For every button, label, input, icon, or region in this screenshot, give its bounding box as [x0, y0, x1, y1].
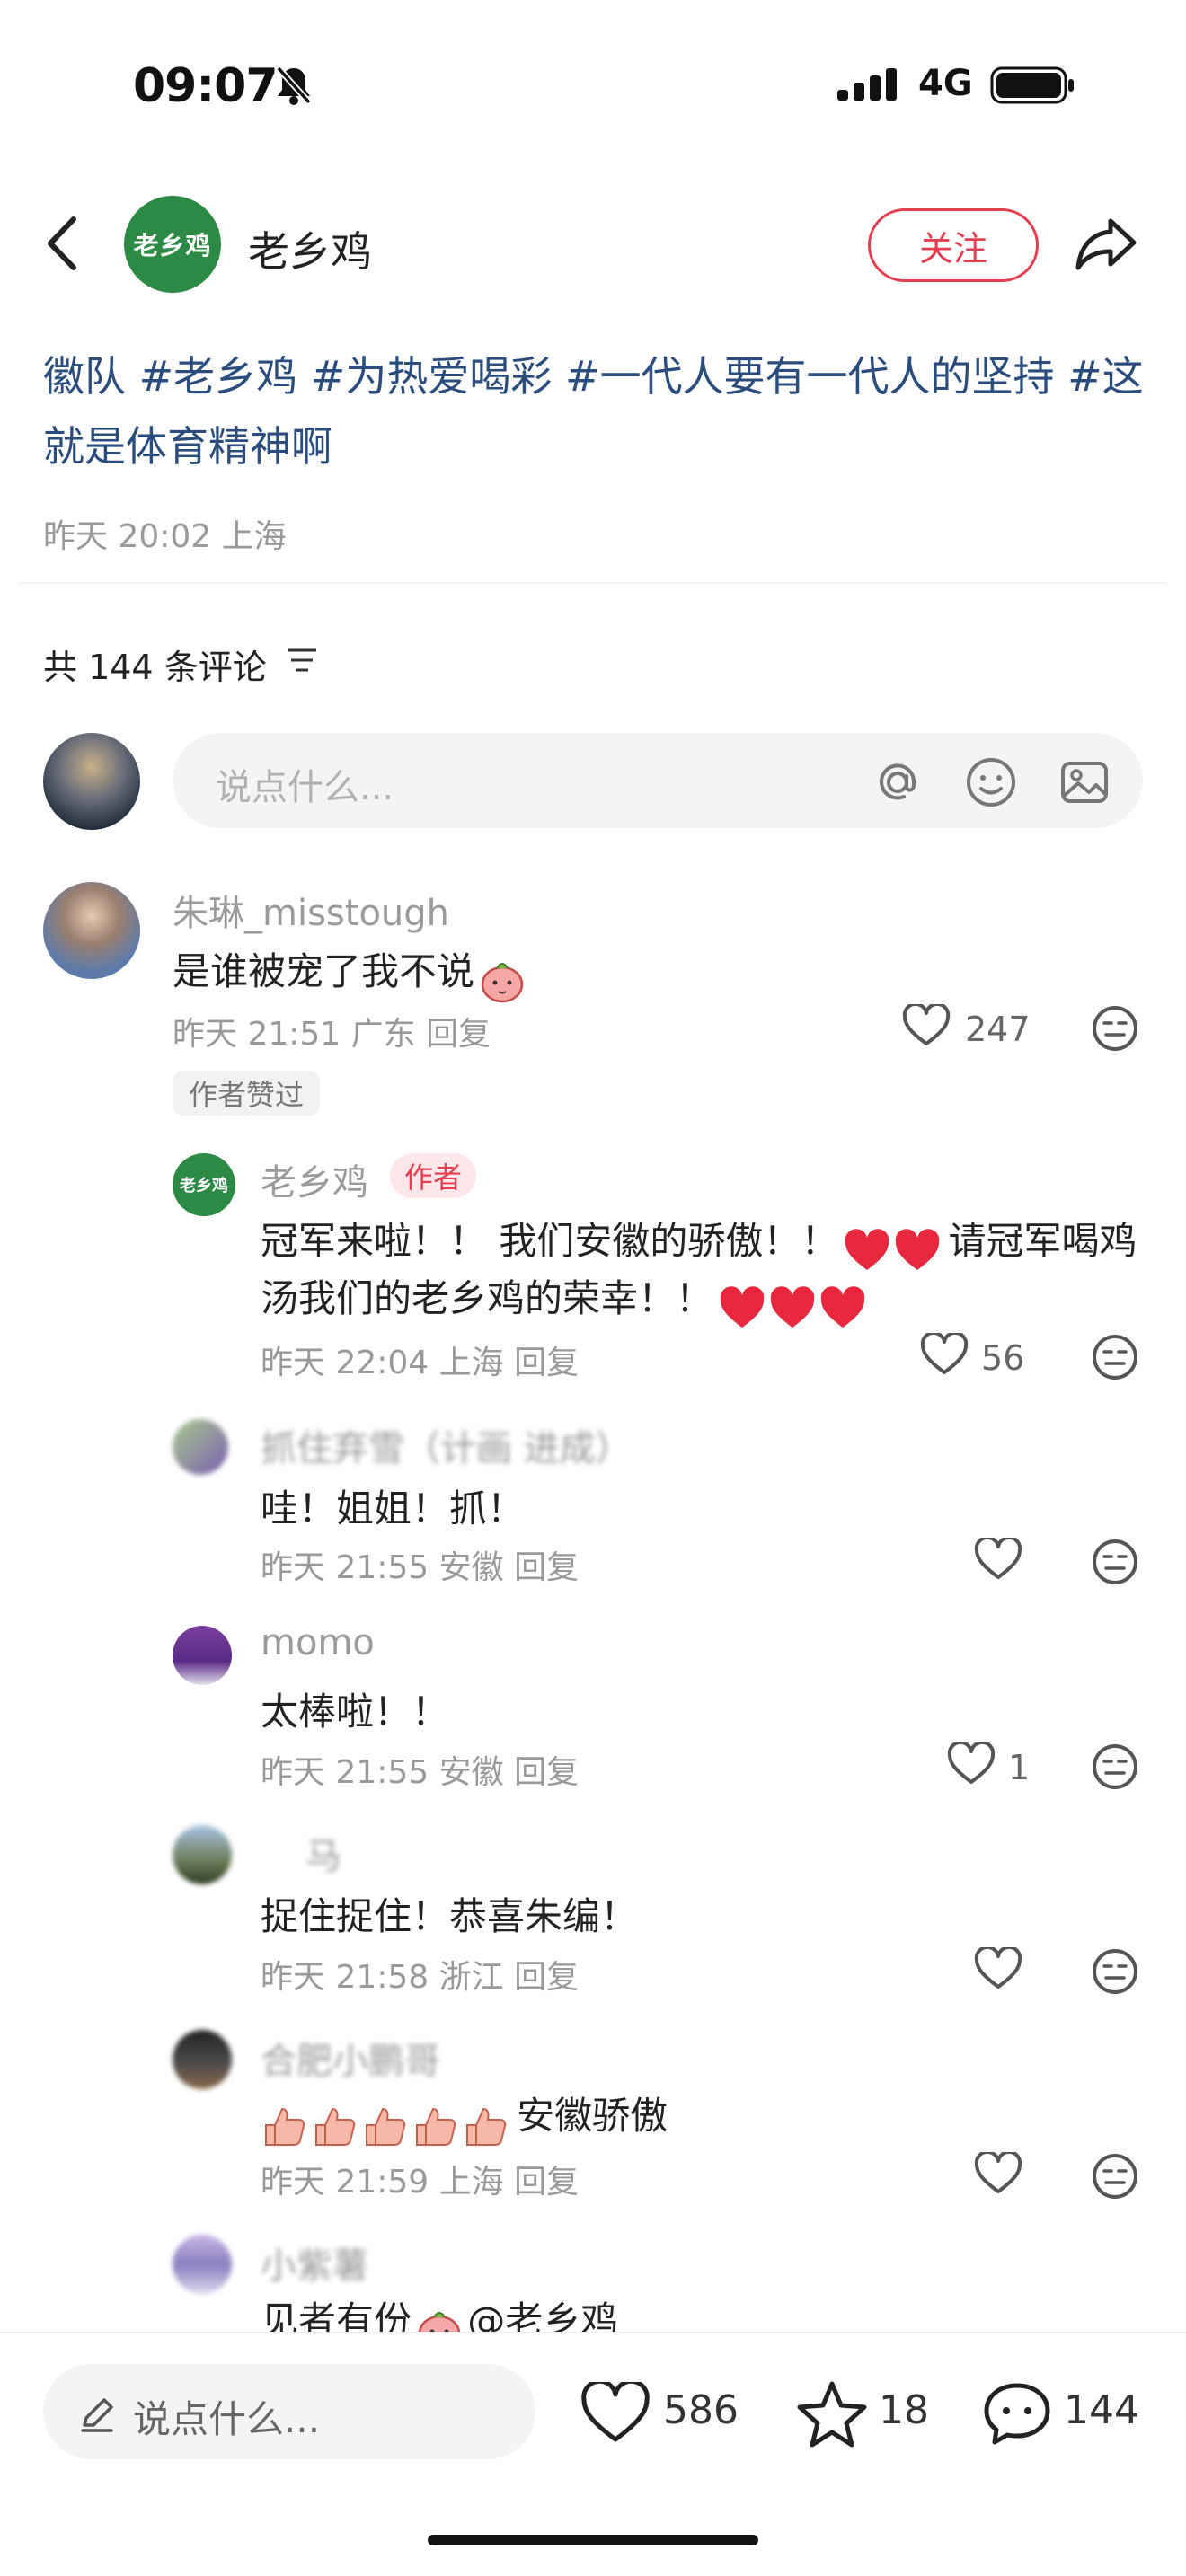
reply-avatar[interactable]	[173, 2235, 232, 2294]
sticker-icon	[479, 957, 526, 1004]
reply-username[interactable]: 合肥小鹏哥	[261, 2032, 440, 2084]
post-star-count: 18	[879, 2387, 929, 2433]
like-count: 247	[965, 1010, 1031, 1049]
reply-meta: 昨天 21:58 浙江 回复	[261, 1959, 580, 1996]
user-avatar[interactable]	[43, 733, 140, 830]
reply-text-line2: 汤我们的老乡鸡的荣幸！！	[261, 1268, 869, 1331]
reply-text-part: 汤我们的老乡鸡的荣幸！！	[261, 1276, 714, 1320]
pen-icon	[77, 2395, 117, 2434]
post-text: 徽队 #老乡鸡 #为热爱喝彩 #一代人要有一代人的坚持 #这就是体育精神啊	[43, 352, 1144, 471]
dislike-icon[interactable]	[1091, 2152, 1139, 2201]
reply-meta: 昨天 21:59 上海 回复	[261, 2164, 580, 2201]
dislike-icon[interactable]	[1091, 1333, 1139, 1381]
heart-emoji-icon	[718, 1284, 869, 1331]
reply-meta: 昨天 22:04 上海 回复	[261, 1345, 580, 1381]
signal-icon	[837, 66, 900, 102]
post-meta: 昨天 20:02 上海	[43, 518, 287, 555]
divider	[20, 582, 1166, 584]
comment-text-content: 是谁被宠了我不说	[173, 949, 475, 993]
follow-button[interactable]: 关注	[868, 208, 1039, 282]
emoji-icon[interactable]	[965, 756, 1017, 808]
like-icon[interactable]	[974, 1947, 1022, 1990]
reply-text: 安徽骄傲	[261, 2086, 668, 2148]
reply-text: 哇！姐姐！抓！	[261, 1486, 526, 1531]
share-icon[interactable]	[1075, 214, 1139, 273]
like-icon[interactable]	[920, 1333, 969, 1376]
post-like-count: 586	[663, 2387, 739, 2433]
thumbs-up-emoji-icon	[261, 2102, 512, 2148]
heart-emoji-icon	[843, 1227, 943, 1274]
reply-text-line1: 冠军来啦！！ 我们安徽的骄傲！！ 请冠军喝鸡	[261, 1211, 1137, 1274]
like-icon[interactable]	[974, 1538, 1022, 1581]
reply-avatar[interactable]	[173, 2030, 232, 2089]
comment-input-placeholder: 说点什么...	[216, 767, 394, 808]
bottom-input-placeholder: 说点什么...	[133, 2397, 321, 2441]
reply-text: 捉住捉住！恭喜朱编！	[261, 1894, 639, 1938]
like-count: 56	[981, 1338, 1025, 1378]
comment-text: 是谁被宠了我不说	[173, 941, 526, 1004]
reply-avatar[interactable]	[173, 1419, 228, 1475]
reply-text-part: 冠军来啦！！ 我们安徽的骄傲！！	[261, 1219, 839, 1263]
reply-meta: 昨天 21:55 安徽 回复	[261, 1754, 580, 1791]
reply-avatar[interactable]: 老乡鸡	[173, 1153, 235, 1216]
author-liked-badge: 作者赞过	[173, 1071, 321, 1116]
dislike-icon[interactable]	[1091, 1004, 1139, 1053]
reply-avatar[interactable]	[173, 1825, 232, 1884]
reply-username[interactable]: 抓住弃雪（计画 进成）	[261, 1419, 632, 1471]
like-icon[interactable]	[974, 2152, 1022, 2195]
image-icon[interactable]	[1058, 756, 1111, 808]
reply-text-content: 安徽骄傲	[517, 2094, 668, 2138]
dislike-icon[interactable]	[1091, 1538, 1139, 1586]
sort-icon[interactable]	[286, 645, 318, 675]
reply-username[interactable]: 马	[305, 1827, 341, 1879]
status-time: 09:07	[133, 59, 279, 113]
reply-text-part: 请冠军喝鸡	[948, 1219, 1137, 1263]
like-icon[interactable]	[947, 1742, 996, 1786]
reply-text: 太棒啦！！	[261, 1689, 450, 1734]
reply-username[interactable]: 老乡鸡	[261, 1153, 368, 1205]
home-indicator	[428, 2535, 758, 2545]
comment-username[interactable]: 朱琳_misstough	[173, 884, 449, 936]
author-tag: 作者	[390, 1153, 477, 1198]
comment-count: 共 144 条评论	[43, 648, 267, 687]
comment-icon[interactable]	[981, 2380, 1053, 2448]
star-icon[interactable]	[796, 2380, 868, 2448]
reply-meta: 昨天 21:55 安徽 回复	[261, 1549, 580, 1586]
account-name[interactable]: 老乡鸡	[248, 219, 372, 278]
reply-username[interactable]: 小紫薯	[261, 2236, 368, 2289]
like-count: 1	[1008, 1748, 1031, 1787]
reply-username[interactable]: momo	[261, 1622, 375, 1663]
dislike-icon[interactable]	[1091, 1947, 1139, 1996]
comment-meta: 昨天 21:51 广东 回复	[173, 1016, 491, 1053]
bell-muted-icon	[275, 65, 313, 106]
like-icon[interactable]	[580, 2382, 651, 2445]
dislike-icon[interactable]	[1091, 1742, 1139, 1791]
at-icon[interactable]	[872, 756, 924, 808]
network-label: 4G	[918, 63, 973, 104]
account-avatar[interactable]: 老乡鸡	[124, 196, 221, 293]
back-icon[interactable]	[43, 214, 79, 273]
reply-avatar[interactable]	[173, 1626, 232, 1685]
post-comment-count: 144	[1064, 2387, 1139, 2433]
avatar[interactable]	[43, 882, 140, 979]
like-icon[interactable]	[902, 1004, 951, 1047]
battery-icon	[990, 66, 1076, 104]
